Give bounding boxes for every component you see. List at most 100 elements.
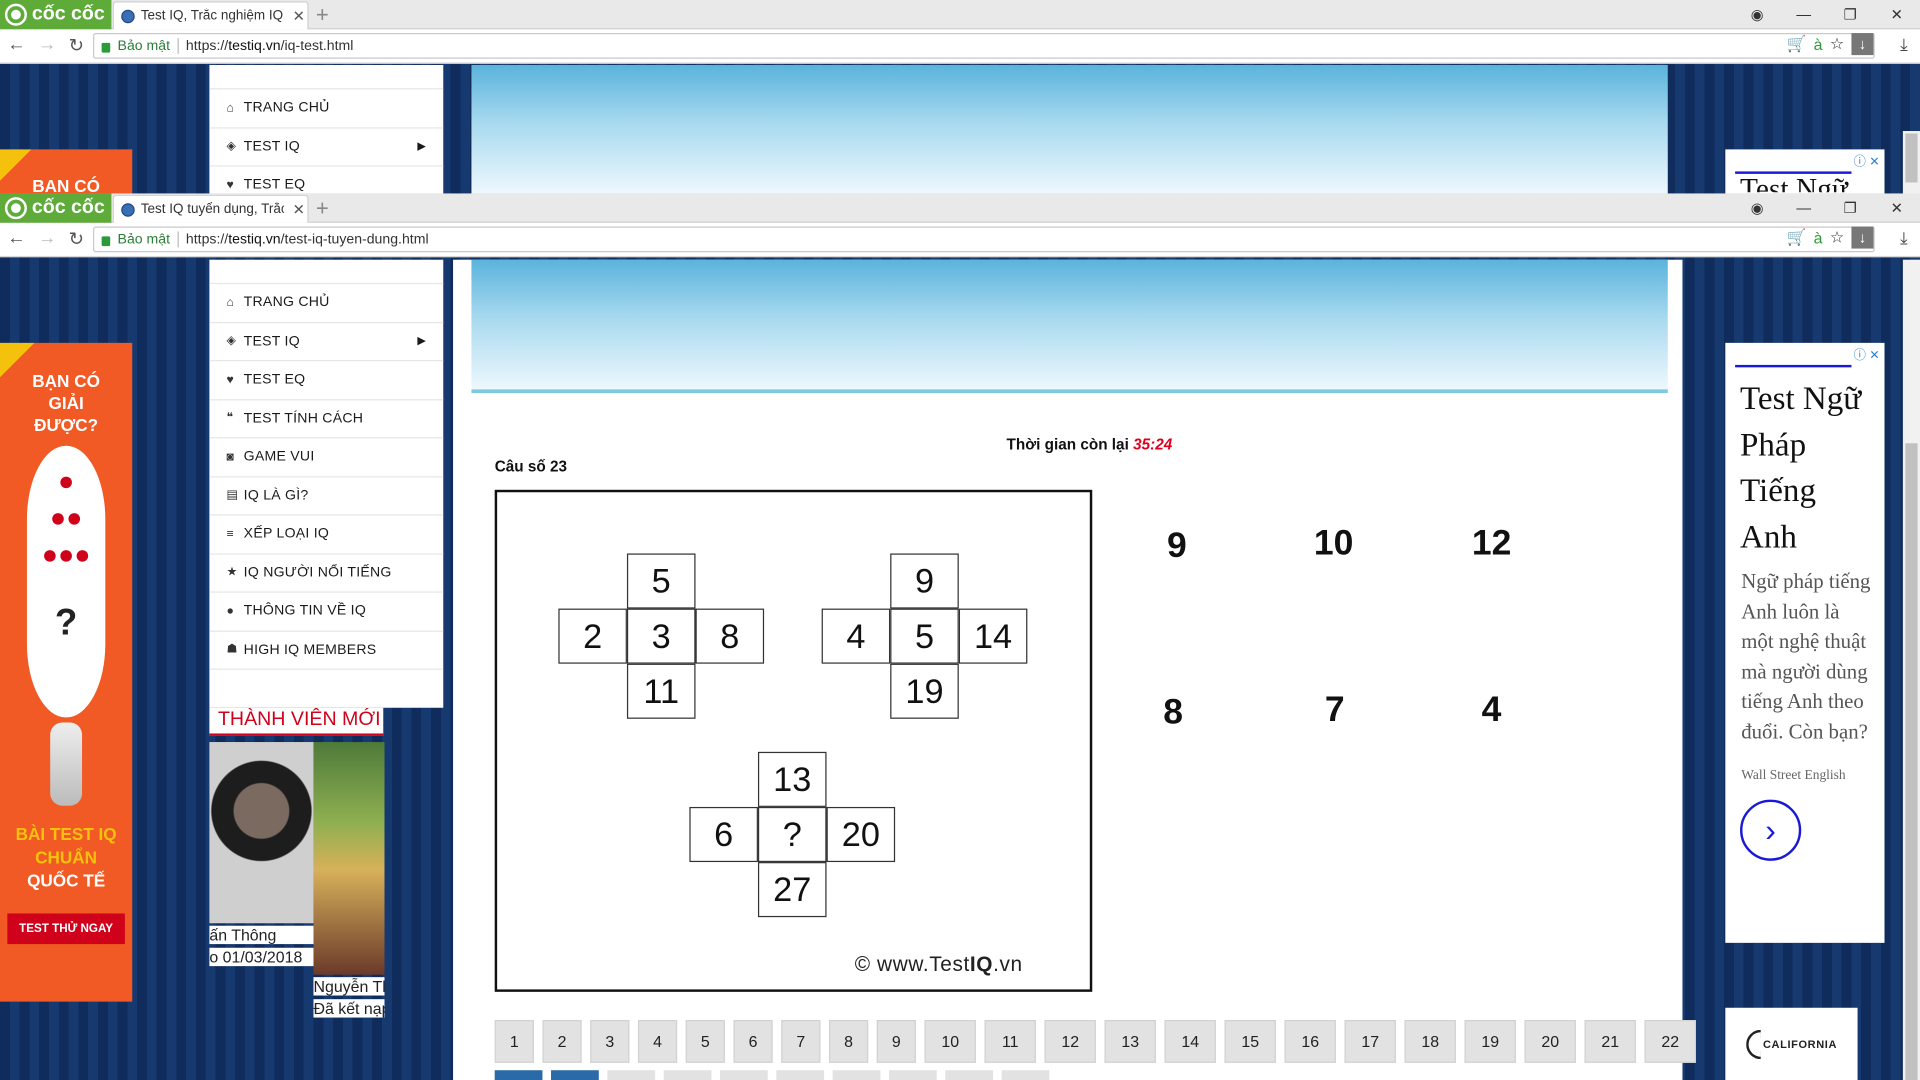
page-button-row2[interactable] — [494, 1070, 543, 1080]
menu-item-home-back[interactable]: ⌂ TRANG CHỦ — [209, 89, 444, 128]
member-name[interactable]: Nguyễn Th — [313, 977, 385, 996]
page-button-20[interactable]: 20 — [1524, 1020, 1576, 1063]
new-tab-button[interactable]: + — [316, 196, 329, 222]
menu-item-test-iq[interactable]: ◈ TEST IQ ▶ — [209, 323, 444, 362]
page-button-4[interactable]: 4 — [637, 1020, 678, 1063]
page-button-row2[interactable] — [663, 1070, 712, 1080]
page-button-5[interactable]: 5 — [685, 1020, 725, 1063]
page-button-row2[interactable] — [607, 1070, 656, 1080]
menu-item-personality[interactable]: ❝ TEST TÍNH CÁCH — [209, 400, 444, 439]
forward-arrow-icon[interactable]: → — [38, 228, 56, 250]
bookmark-star-icon[interactable]: ☆ — [1830, 34, 1844, 54]
member-avatar[interactable] — [313, 742, 385, 975]
bottom-ad[interactable]: CALIFORNIA — [1725, 1007, 1858, 1080]
page-button-9[interactable]: 9 — [876, 1020, 916, 1063]
translate-icon[interactable]: à — [1814, 35, 1823, 53]
menu-item-iq-ranking[interactable]: ≡ XẾP LOẠI IQ — [209, 516, 444, 555]
page-button-7[interactable]: 7 — [781, 1020, 821, 1063]
menu-item-test-eq[interactable]: ♥ TEST EQ — [209, 361, 444, 400]
member-name[interactable]: ấn Thông — [209, 925, 314, 945]
reload-icon[interactable]: ↻ — [69, 228, 84, 250]
page-button-16[interactable]: 16 — [1284, 1020, 1336, 1063]
left-ad-back[interactable]: BẠN CÓ — [0, 149, 133, 194]
cart-icon[interactable]: 🛒 — [1786, 34, 1806, 54]
back-arrow-icon[interactable]: ← — [7, 228, 25, 250]
answer-option[interactable]: 7 — [1325, 691, 1345, 731]
page-button-13[interactable]: 13 — [1104, 1020, 1156, 1063]
page-button-3[interactable]: 3 — [590, 1020, 630, 1063]
download-arrow-icon[interactable]: ↓ — [1851, 226, 1874, 249]
chevron-right-icon[interactable]: › — [1740, 799, 1802, 861]
page-button-22[interactable]: 22 — [1644, 1020, 1696, 1063]
close-tab-icon[interactable]: ✕ — [290, 201, 307, 218]
url-input[interactable]: Bảo mật https://testiq.vn/iq-test.html — [93, 33, 1875, 59]
minimize-button[interactable]: — — [1780, 200, 1827, 217]
minimize-button[interactable]: — — [1780, 6, 1827, 23]
new-tab-button[interactable]: + — [316, 2, 329, 28]
right-ad-banner[interactable]: ⓘ ✕ Test Ngữ Pháp Tiếng Anh Ngữ pháp tiế… — [1725, 342, 1885, 943]
page-button-row2[interactable] — [945, 1070, 994, 1080]
page-button-2[interactable]: 2 — [542, 1020, 582, 1063]
page-button-17[interactable]: 17 — [1344, 1020, 1396, 1063]
answer-option[interactable]: 4 — [1482, 691, 1502, 731]
close-window-button[interactable]: ✕ — [1873, 6, 1920, 23]
member-avatar[interactable] — [209, 742, 314, 924]
adchoices-icon[interactable]: ⓘ ✕ — [1854, 344, 1880, 362]
answer-option[interactable]: 12 — [1472, 524, 1512, 564]
page-button-12[interactable]: 12 — [1044, 1020, 1096, 1063]
restore-button[interactable]: ❐ — [1827, 200, 1874, 217]
download-arrow-icon[interactable]: ↓ — [1851, 33, 1874, 56]
close-window-button[interactable]: ✕ — [1873, 200, 1920, 217]
page-button-18[interactable]: 18 — [1404, 1020, 1456, 1063]
downloads-icon[interactable]: ⤓ — [1900, 228, 1908, 249]
page-button-1[interactable]: 1 — [494, 1020, 534, 1063]
page-button-21[interactable]: 21 — [1584, 1020, 1636, 1063]
coccoc-menu-button[interactable]: cốc cốc — [0, 193, 112, 223]
translate-icon[interactable]: à — [1814, 228, 1823, 246]
reload-icon[interactable]: ↻ — [69, 34, 84, 57]
page-button-19[interactable]: 19 — [1464, 1020, 1516, 1063]
page-button-row2[interactable] — [1001, 1070, 1050, 1080]
answer-option[interactable]: 10 — [1314, 524, 1354, 564]
menu-item-famous-iq[interactable]: ★ IQ NGƯỜI NỔI TIẾNG — [209, 554, 444, 593]
page-button-15[interactable]: 15 — [1224, 1020, 1276, 1063]
coccoc-menu-button[interactable]: cốc cốc — [0, 0, 112, 30]
profile-icon[interactable]: ◉ — [1734, 6, 1781, 23]
right-ad-back[interactable]: Test Ngữ ⓘ ✕ — [1725, 149, 1885, 194]
answer-option[interactable]: 9 — [1167, 527, 1187, 567]
bookmark-star-icon[interactable]: ☆ — [1830, 228, 1844, 248]
menu-item-what-is-iq[interactable]: ▤ IQ LÀ GÌ? — [209, 477, 444, 516]
restore-button[interactable]: ❐ — [1827, 6, 1874, 23]
page-button-row2[interactable] — [832, 1070, 881, 1080]
page-button-row2[interactable] — [776, 1070, 825, 1080]
cart-icon[interactable]: 🛒 — [1786, 228, 1806, 248]
page-button-14[interactable]: 14 — [1164, 1020, 1216, 1063]
page-button-11[interactable]: 11 — [984, 1020, 1036, 1063]
menu-item-test-iq-back[interactable]: ◈ TEST IQ ▶ — [209, 128, 444, 167]
page-button-8[interactable]: 8 — [828, 1020, 869, 1063]
page-button-row2[interactable] — [551, 1070, 599, 1080]
downloads-icon[interactable]: ⤓ — [1900, 34, 1908, 55]
page-button-10[interactable]: 10 — [924, 1020, 976, 1063]
page-button-6[interactable]: 6 — [733, 1020, 773, 1063]
tab-iq-tuyen-dung[interactable]: Test IQ tuyển dụng, Trắc n ✕ — [112, 194, 309, 223]
menu-item-home[interactable]: ⌂ TRANG CHỦ — [209, 284, 444, 323]
url-input[interactable]: Bảo mật https://testiq.vn/test-iq-tuyen-… — [93, 226, 1875, 253]
answer-option[interactable]: 8 — [1163, 693, 1183, 733]
tab-iq-test[interactable]: Test IQ, Trắc nghiệm IQ, K ✕ — [112, 1, 309, 30]
scrollbar-thumb[interactable] — [1905, 133, 1918, 183]
left-ad-banner[interactable]: BẠN CÓ GIẢI ĐƯỢC? ● ●● ●●● ? BÀI TEST IQ C… — [0, 342, 133, 1002]
back-arrow-icon[interactable]: ← — [7, 34, 25, 56]
profile-icon[interactable]: ◉ — [1734, 200, 1781, 217]
forward-arrow-icon[interactable]: → — [38, 34, 56, 56]
menu-item-iq-info[interactable]: ● THÔNG TIN VỀ IQ — [209, 593, 444, 632]
page-button-row2[interactable] — [720, 1070, 768, 1080]
left-ad-cta-button[interactable]: TEST THỬ NGAY — [7, 913, 125, 945]
page-button-row2[interactable] — [888, 1070, 937, 1080]
scrollbar-thumb[interactable] — [1905, 443, 1918, 1080]
close-tab-icon[interactable]: ✕ — [290, 7, 307, 24]
page-scrollbar[interactable] — [1902, 259, 1920, 1080]
menu-item-test-eq-back[interactable]: ♥ TEST EQ — [209, 167, 443, 194]
scrollbar-back[interactable] — [1902, 131, 1920, 194]
menu-item-games[interactable]: ◙ GAME VUI — [209, 438, 444, 477]
